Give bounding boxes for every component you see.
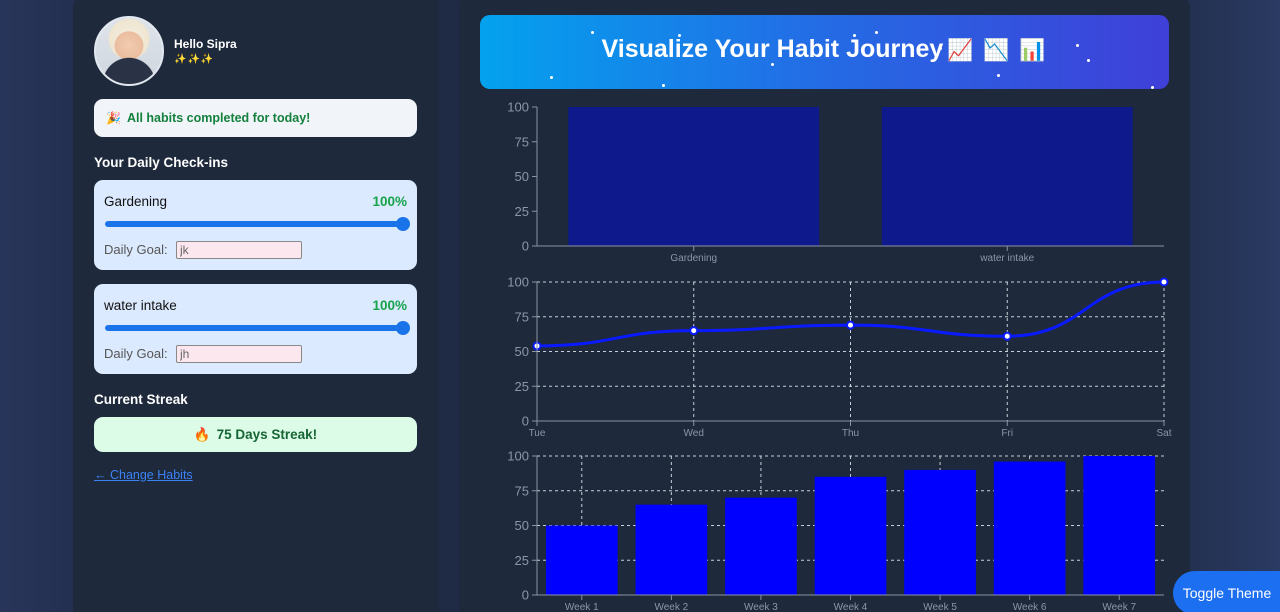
bar [904, 469, 976, 595]
y-tick-label: 25 [515, 379, 529, 394]
data-point [689, 326, 699, 336]
y-tick-label: 75 [515, 309, 529, 324]
x-tick-label: Sat [1156, 428, 1171, 439]
x-tick-label: Week 4 [834, 602, 868, 612]
y-tick-label: 25 [515, 204, 529, 219]
y-tick-label: 50 [515, 344, 529, 359]
y-tick-label: 75 [515, 134, 529, 149]
y-tick-label: 100 [507, 449, 529, 464]
y-tick-label: 0 [522, 239, 529, 254]
y-tick-label: 50 [515, 518, 529, 533]
x-tick-label: Week 7 [1102, 602, 1136, 612]
x-tick-label: Week 6 [1013, 602, 1047, 612]
bar [635, 504, 708, 595]
y-tick-label: 100 [507, 100, 529, 115]
y-tick-label: 75 [515, 483, 529, 498]
y-tick-label: 25 [515, 553, 529, 568]
y-tick-label: 0 [522, 414, 529, 429]
x-tick-label: Week 5 [923, 602, 957, 612]
y-tick-label: 50 [515, 169, 529, 184]
data-point [846, 320, 855, 330]
x-tick-label: Fri [1001, 428, 1013, 439]
x-tick-label: Thu [842, 428, 859, 439]
x-tick-label: Week 1 [565, 602, 599, 612]
bar [881, 107, 1133, 246]
x-tick-label: Gardening [670, 253, 717, 264]
y-tick-label: 0 [522, 588, 529, 603]
toggle-theme-button[interactable]: Toggle Theme [1173, 571, 1280, 612]
bar [1083, 456, 1156, 595]
x-tick-label: Wed [684, 428, 704, 439]
data-point [1002, 331, 1012, 341]
bar [725, 497, 797, 595]
bar [568, 107, 820, 246]
bar [993, 461, 1066, 595]
x-tick-label: Week 3 [744, 602, 778, 612]
charts: 0 25 50 75 100 Gardening water intake 0 25 50 75 10… [507, 100, 1171, 612]
bar [814, 476, 887, 595]
x-tick-label: water intake [979, 253, 1034, 264]
data-point [1159, 277, 1169, 287]
bar [545, 525, 618, 595]
x-tick-label: Tue [529, 428, 546, 439]
x-tick-label: Week 2 [654, 602, 688, 612]
y-tick-label: 100 [507, 275, 529, 290]
